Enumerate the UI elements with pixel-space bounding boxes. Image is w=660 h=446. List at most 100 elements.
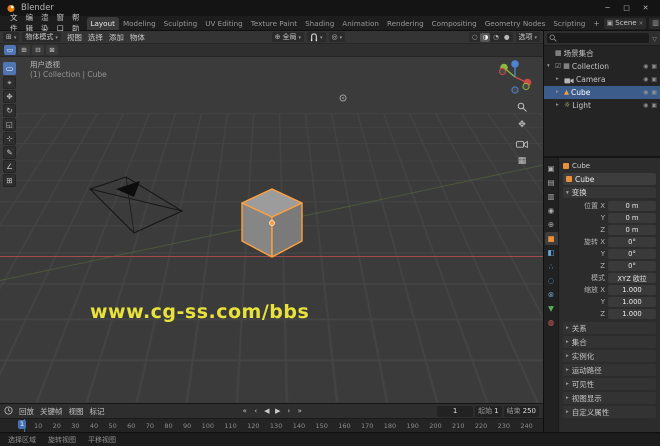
menu-item[interactable]: 窗口: [53, 13, 69, 33]
properties-section-collapsed[interactable]: 可见性: [563, 378, 656, 390]
viewport-menu-item[interactable]: 选择: [85, 32, 106, 43]
workspace-tab[interactable]: Layout: [86, 17, 119, 30]
outliner-search-input[interactable]: [547, 33, 650, 43]
timeline-menu-item[interactable]: 回放: [16, 406, 37, 417]
viewport-menu-item[interactable]: 物体: [127, 32, 148, 43]
playback-button[interactable]: ◀: [262, 406, 272, 417]
zoom-icon[interactable]: [516, 101, 528, 113]
properties-tab[interactable]: ⊗: [545, 288, 558, 301]
workspace-tab[interactable]: UV Editing: [201, 17, 247, 30]
hide-eye-icon[interactable]: [643, 89, 648, 96]
properties-tab[interactable]: ▣: [545, 162, 558, 175]
workspace-tab[interactable]: Sculpting: [160, 17, 202, 30]
timeline-menu-item[interactable]: 关键帧: [37, 406, 66, 417]
cube-object[interactable]: [236, 185, 308, 261]
disable-render-icon[interactable]: [651, 89, 657, 96]
scene-unlink-icon[interactable]: [639, 19, 644, 27]
transform-orientation-dropdown[interactable]: 全局: [271, 32, 304, 42]
hide-eye-icon[interactable]: [643, 63, 648, 70]
minimize-button[interactable]: ─: [599, 2, 616, 14]
properties-tab[interactable]: ◉: [545, 204, 558, 217]
properties-tab[interactable]: ◍: [545, 316, 558, 329]
field-value[interactable]: 0°: [608, 236, 656, 247]
field-value[interactable]: 0 m: [608, 224, 656, 235]
playback-button[interactable]: »: [295, 406, 305, 417]
add-workspace-button[interactable]: +: [589, 17, 603, 30]
workspace-tab[interactable]: Modeling: [119, 17, 160, 30]
field-value[interactable]: 1.000: [608, 284, 656, 295]
field-value[interactable]: 0 m: [608, 212, 656, 223]
workspace-tab[interactable]: Rendering: [383, 17, 428, 30]
field-value[interactable]: 1.000: [608, 296, 656, 307]
shading-mode-button[interactable]: ◔: [491, 33, 501, 42]
properties-tab[interactable]: ■: [544, 232, 558, 245]
viewport-menu-item[interactable]: 添加: [106, 32, 127, 43]
snap-toggle[interactable]: [306, 32, 326, 42]
disclosure-closed-icon[interactable]: [556, 77, 562, 83]
field-value[interactable]: 0°: [608, 260, 656, 271]
camera-object[interactable]: [86, 175, 186, 237]
disclosure-closed-icon[interactable]: [556, 103, 562, 109]
proportional-editing-toggle[interactable]: [328, 32, 346, 42]
hide-eye-icon[interactable]: [643, 76, 648, 83]
playback-button[interactable]: ‹: [251, 406, 261, 417]
properties-tab[interactable]: ▼: [545, 302, 558, 315]
menu-item[interactable]: 帮助: [68, 13, 84, 33]
editor-type-selector[interactable]: [3, 32, 20, 42]
collection-checkbox-icon[interactable]: [555, 63, 561, 70]
workspace-tab[interactable]: Texture Paint: [247, 17, 301, 30]
playhead[interactable]: 1: [18, 419, 27, 432]
light-object[interactable]: [338, 93, 348, 103]
camera-view-icon[interactable]: [516, 137, 528, 149]
current-frame-field[interactable]: 1: [437, 405, 474, 417]
disclosure-open-icon[interactable]: [547, 64, 553, 70]
pan-hand-icon[interactable]: ✥: [516, 119, 528, 131]
menu-item[interactable]: 文件: [6, 13, 22, 33]
field-value[interactable]: 1.000: [608, 308, 656, 319]
transform-section-header[interactable]: 变换: [563, 187, 656, 198]
properties-tab[interactable]: ∴: [545, 260, 558, 273]
perspective-toggle-icon[interactable]: ▦: [516, 155, 528, 167]
timeline-menu-item[interactable]: 标记: [87, 406, 108, 417]
options-dropdown[interactable]: 选项: [515, 32, 541, 42]
properties-section-collapsed[interactable]: 关系: [563, 322, 656, 334]
select-mode-button[interactable]: ⊞: [18, 45, 30, 55]
properties-tab[interactable]: ⊕: [545, 218, 558, 231]
field-value[interactable]: 0°: [608, 248, 656, 259]
playback-button[interactable]: ▶: [273, 406, 283, 417]
tool-button[interactable]: ↻: [3, 104, 16, 117]
outliner-row-cube[interactable]: Cube: [544, 86, 660, 99]
disable-render-icon[interactable]: [651, 63, 657, 70]
workspace-tab[interactable]: Animation: [338, 17, 383, 30]
frame-start-field[interactable]: 起始 1: [475, 405, 502, 417]
properties-section-collapsed[interactable]: 自定义属性: [563, 406, 656, 418]
properties-section-collapsed[interactable]: 实例化: [563, 350, 656, 362]
shading-mode-button[interactable]: ●: [502, 33, 512, 42]
timeline-ruler[interactable]: 10 20 30 40 50 60 70 80 90 100 110 120 130 140 150 160 1…: [0, 418, 543, 432]
field-value[interactable]: XYZ 欧拉: [608, 272, 656, 283]
scene-selector[interactable]: Scene: [603, 17, 647, 29]
menu-item[interactable]: 编辑: [22, 13, 38, 33]
hide-eye-icon[interactable]: [643, 102, 648, 109]
disable-render-icon[interactable]: [651, 76, 657, 83]
viewport-menu-item[interactable]: 视图: [64, 32, 85, 43]
shading-mode-button[interactable]: ◑: [480, 32, 491, 42]
properties-tab[interactable]: ▤: [545, 176, 558, 189]
select-mode-button[interactable]: ⊠: [46, 45, 58, 55]
workspace-tab[interactable]: Geometry Nodes: [481, 17, 550, 30]
timeline-editor-icon[interactable]: [4, 406, 13, 417]
tool-button[interactable]: ⌖: [3, 76, 16, 89]
select-mode-button[interactable]: ▭: [4, 45, 16, 55]
disable-render-icon[interactable]: [651, 102, 657, 109]
properties-section-collapsed[interactable]: 运动路径: [563, 364, 656, 376]
view-layer-selector[interactable]: ViewLayer: [649, 17, 660, 29]
tool-button[interactable]: ✎: [3, 146, 16, 159]
tool-button[interactable]: ◱: [3, 118, 16, 131]
mode-dropdown[interactable]: 物体模式: [22, 32, 61, 42]
menu-item[interactable]: 渲染: [37, 13, 53, 33]
field-value[interactable]: 0 m: [608, 200, 656, 211]
timeline-menu-item[interactable]: 视图: [66, 406, 87, 417]
outliner-row-scene-collection[interactable]: 场景集合: [544, 47, 660, 60]
tool-button[interactable]: ⊞: [3, 174, 16, 187]
properties-tab[interactable]: ▥: [545, 190, 558, 203]
